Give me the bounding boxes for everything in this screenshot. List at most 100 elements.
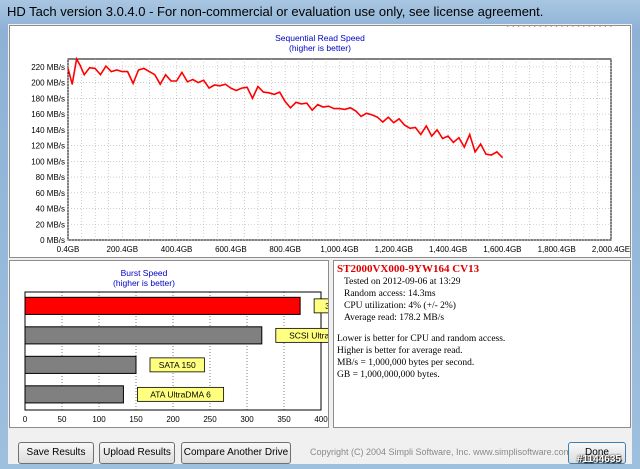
- y-tick-label: 80 MB/s: [36, 173, 65, 182]
- data-point: [165, 74, 167, 76]
- data-point: [197, 82, 199, 84]
- data-point: [110, 70, 112, 73]
- data-point: [349, 107, 351, 109]
- data-point: [507, 25, 509, 27]
- data-point: [132, 82, 134, 84]
- data-point: [219, 85, 221, 87]
- data-point: [512, 25, 514, 27]
- data-point: [148, 70, 150, 73]
- x-tick-label: 1,800.4GB: [538, 245, 576, 254]
- data-point: [604, 25, 607, 27]
- burst-x-tick: 400: [314, 415, 328, 424]
- data-point: [71, 83, 73, 85]
- data-point: [154, 74, 156, 76]
- burst-title: Burst Speed: [121, 268, 168, 278]
- x-tick-label: 1,600.4GB: [483, 245, 521, 254]
- data-point: [376, 116, 379, 118]
- y-axis: 0 MB/s 20 MB/s 40 MB/s 60 MB/s 80 MB/s 100 MB…: [31, 63, 65, 245]
- data-point: [469, 133, 471, 136]
- data-point: [241, 87, 243, 89]
- data-point: [327, 105, 330, 107]
- data-point: [300, 103, 302, 105]
- window-title: HD Tach version 3.0.4.0 - For non-commer…: [7, 4, 544, 19]
- y-tick-label: 220 MB/s: [31, 63, 65, 72]
- data-point: [137, 69, 140, 71]
- burst-bar: [24, 296, 301, 315]
- note-gb: GB = 1,000,000,000 bytes.: [337, 370, 440, 380]
- grid: [67, 59, 612, 241]
- data-point: [371, 114, 373, 116]
- x-tick-label: 2,000.4GE: [592, 245, 630, 254]
- data-point: [398, 118, 400, 120]
- data-point: [181, 71, 183, 73]
- data-point: [284, 100, 286, 103]
- data-point: [208, 87, 210, 89]
- data-point: [268, 92, 270, 94]
- burst-x-tick: 350: [277, 415, 291, 424]
- data-point: [414, 126, 417, 129]
- data-point: [588, 25, 590, 27]
- data-point: [382, 121, 384, 123]
- drive-model: ST2000VX000-9YW164 CV13: [337, 263, 480, 275]
- y-tick-label: 100 MB/s: [31, 157, 65, 166]
- data-point: [463, 146, 465, 148]
- burst-bar-label: ATA UltraDMA 6: [150, 389, 211, 399]
- compare-drive-label: Compare Another Drive: [183, 447, 289, 458]
- data-point: [403, 124, 406, 126]
- data-point: [610, 25, 612, 27]
- data-point: [143, 67, 145, 70]
- data-point: [186, 81, 188, 83]
- data-point: [436, 129, 438, 131]
- burst-bar-label: SCSI Ultra320: [289, 330, 328, 340]
- save-results-label: Save Results: [26, 447, 86, 458]
- burst-bar-label: SATA 150: [159, 360, 196, 370]
- data-point: [452, 141, 455, 144]
- upload-results-button[interactable]: Upload Results: [99, 442, 175, 464]
- data-point: [420, 133, 422, 136]
- data-point: [306, 102, 308, 104]
- data-point: [203, 79, 205, 81]
- x-tick-label: 1,200.4GB: [375, 245, 413, 254]
- data-point: [479, 143, 482, 145]
- data-point: [159, 83, 161, 85]
- burst-x-axis: 0 50 100 150 200 250 300 350 400: [23, 415, 328, 424]
- data-point: [523, 25, 525, 27]
- data-point: [425, 125, 427, 127]
- data-point: [224, 83, 226, 85]
- data-point: [545, 25, 547, 27]
- copyright-text: Copyright (C) 2004 Simpli Software, Inc.…: [310, 447, 572, 457]
- data-point: [273, 93, 275, 96]
- data-point: [550, 25, 552, 27]
- data-point: [431, 135, 433, 137]
- data-point: [496, 151, 498, 153]
- compare-drive-button[interactable]: Compare Another Drive: [181, 442, 291, 464]
- data-point: [105, 65, 107, 67]
- data-point: [594, 25, 596, 27]
- x-tick-label: 1,400.4GB: [429, 245, 467, 254]
- data-point: [289, 107, 292, 109]
- y-tick-label: 40 MB/s: [36, 205, 65, 214]
- cpu-utilization: CPU utilization: 4% (+/- 2%): [344, 301, 456, 311]
- title-bar[interactable]: HD Tach version 3.0.4.0 - For non-commer…: [0, 0, 640, 24]
- note-higher-better: Higher is better for average read.: [337, 346, 463, 356]
- x-tick-label: 1,000.4GB: [320, 245, 358, 254]
- y-tick-label: 200 MB/s: [31, 79, 65, 88]
- x-tick-label: 400.4GB: [161, 245, 193, 254]
- data-point: [539, 25, 541, 27]
- data-point: [338, 107, 340, 110]
- chart-title: Sequential Read Speed: [275, 33, 365, 43]
- burst-speed-panel: Burst Speed (higher is better) 371.8 MB/…: [9, 260, 380, 428]
- data-point: [246, 86, 248, 88]
- data-point: [251, 97, 254, 99]
- drive-info-panel: ST2000VX000-9YW164 CV13 Tested on 2012-0…: [333, 260, 631, 428]
- data-point: [262, 91, 264, 93]
- save-results-button[interactable]: Save Results: [18, 442, 94, 464]
- data-point: [83, 74, 85, 76]
- data-point: [344, 108, 346, 110]
- data-point: [94, 67, 96, 70]
- data-point: [213, 84, 216, 86]
- chart-subtitle: (higher is better): [289, 43, 351, 53]
- data-point: [393, 122, 395, 124]
- data-point: [170, 80, 172, 82]
- data-point: [99, 74, 102, 76]
